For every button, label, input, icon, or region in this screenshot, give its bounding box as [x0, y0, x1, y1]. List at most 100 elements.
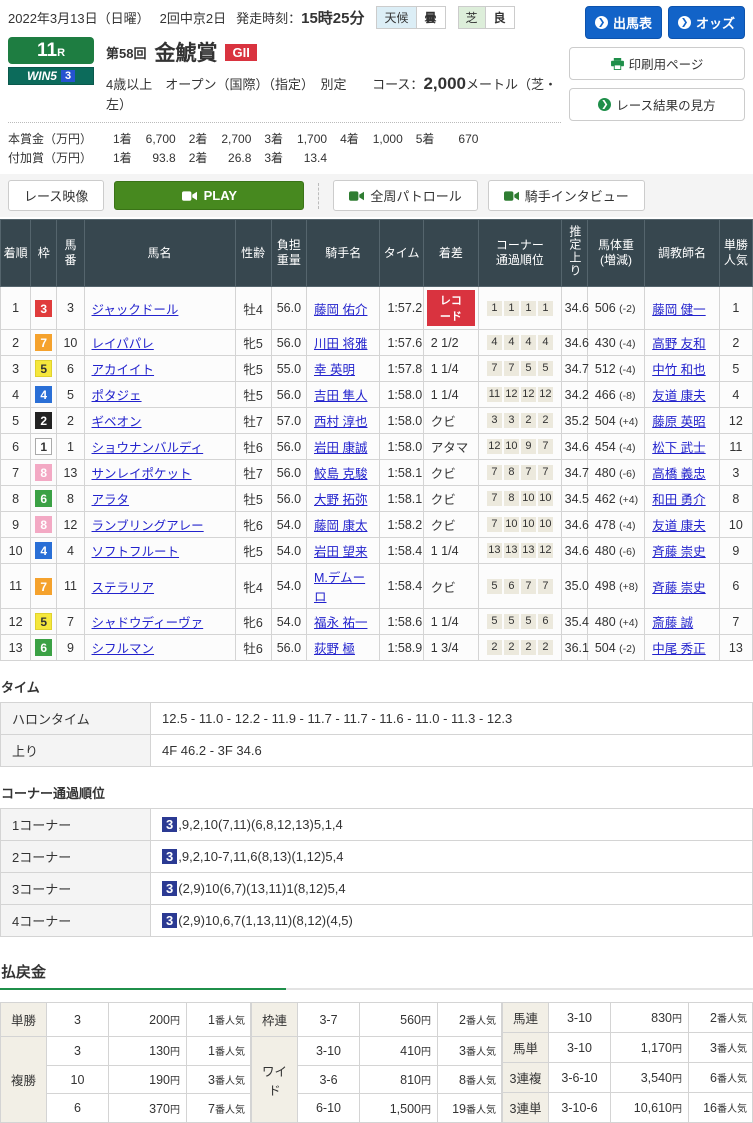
horse-name-link[interactable]: ランブリングアレー: [92, 519, 204, 533]
margin: レコード: [423, 287, 478, 330]
jockey-link[interactable]: 大野 拓弥: [314, 493, 367, 507]
last-3f: 35.0: [561, 564, 587, 609]
trainer-link[interactable]: 高野 友和: [652, 337, 705, 351]
race-name: 金鯱賞: [154, 37, 217, 67]
winner-number-highlight: 3: [162, 881, 177, 896]
entries-button[interactable]: ❯出馬表: [585, 6, 662, 39]
result-guide-button[interactable]: ❯レース結果の見方: [569, 88, 745, 121]
trainer-link[interactable]: 藤岡 健一: [652, 303, 705, 317]
trainer-link[interactable]: 斉藤 崇史: [652, 581, 705, 595]
frame-number: 7: [31, 564, 57, 609]
horse-name-link[interactable]: レイパパレ: [92, 337, 154, 351]
jockey-link[interactable]: 川田 将雅: [314, 337, 367, 351]
jockey-interview-button[interactable]: 騎手インタビュー: [488, 180, 645, 211]
finish-position: 1: [1, 287, 31, 330]
trainer-link[interactable]: 斎藤 誠: [652, 616, 693, 630]
corner-position: 1: [538, 301, 553, 316]
horse-name-link[interactable]: ジャックドール: [92, 303, 179, 317]
popularity-unit: 番人気: [717, 1044, 747, 1055]
bet-combination: 3-6-10: [549, 1063, 611, 1093]
corner-position: 10: [521, 491, 536, 506]
jockey-link[interactable]: 岩田 望来: [314, 545, 367, 559]
carried-weight: 54.0: [271, 538, 306, 564]
finish-time: 1:58.6: [380, 609, 423, 635]
horse-name-link[interactable]: ソフトフルート: [92, 545, 180, 559]
corner-position: 7: [538, 439, 553, 454]
corner-positions-cell: 13131312: [479, 538, 562, 564]
horse-name-link[interactable]: アラタ: [92, 493, 130, 507]
yen-unit: 円: [170, 1047, 180, 1058]
jockey-link[interactable]: 鮫島 克駿: [314, 467, 367, 481]
corner-positions-cell: 3322: [479, 408, 562, 434]
body-weight: 512 (-4): [587, 356, 644, 382]
trainer-link[interactable]: 藤原 英昭: [652, 415, 705, 429]
camera-icon: [182, 191, 197, 201]
horse-name-link[interactable]: サンレイポケット: [92, 467, 192, 481]
corner-row: 4コーナー3(2,9)10,6,7(1,13,11)(8,12)(4,5): [1, 905, 753, 937]
body-weight: 430 (-4): [587, 330, 644, 356]
trainer-link[interactable]: 中竹 和也: [652, 363, 705, 377]
odds-button[interactable]: ❯オッズ: [668, 6, 745, 39]
horse-number: 11: [57, 564, 84, 609]
finish-time: 1:58.0: [380, 408, 423, 434]
play-button[interactable]: PLAY: [114, 181, 304, 210]
horse-name-link[interactable]: シャドウディーヴァ: [92, 616, 204, 630]
prize-rank: 1着: [113, 149, 132, 168]
prize-value: 13.4: [283, 149, 327, 168]
horse-name-link[interactable]: アカイイト: [92, 363, 155, 377]
trainer-link[interactable]: 友道 康夫: [652, 389, 705, 403]
payout-table: 馬連3-10830円2番人気馬単3-101,170円3番人気3連複3-6-103…: [502, 1002, 753, 1123]
corner-position: 12: [487, 439, 502, 454]
jockey-link[interactable]: 藤岡 康太: [314, 519, 367, 533]
horse-name: シフルマン: [84, 635, 235, 661]
jockey-link[interactable]: 荻野 極: [314, 642, 355, 656]
winner-number-highlight: 3: [162, 817, 177, 832]
horse-name-link[interactable]: シフルマン: [92, 642, 155, 656]
trainer-link[interactable]: 斉藤 崇史: [652, 545, 705, 559]
jockey-link[interactable]: 岩田 康誠: [314, 441, 367, 455]
trainer-link[interactable]: 和田 勇介: [652, 493, 705, 507]
corner-position: 4: [538, 335, 553, 350]
frame-number: 4: [31, 538, 57, 564]
jockey-link[interactable]: 吉田 隼人: [314, 389, 367, 403]
trainer-link[interactable]: 友道 康夫: [652, 519, 705, 533]
horse-name-link[interactable]: ギベオン: [92, 415, 142, 429]
trainer-link[interactable]: 高橋 義忠: [652, 467, 705, 481]
corner-position: 10: [504, 439, 519, 454]
patrol-video-button[interactable]: 全周パトロール: [333, 180, 477, 211]
column-header: 調教師名: [645, 220, 719, 287]
horse-name: アラタ: [84, 486, 235, 512]
body-weight-diff: (-2): [619, 303, 635, 315]
last-3f: 36.1: [561, 635, 587, 661]
time-row-label: 上り: [1, 735, 151, 767]
jockey-interview-label: 騎手インタビュー: [525, 186, 629, 205]
horse-name: ギベオン: [84, 408, 235, 434]
print-button[interactable]: 印刷用ページ: [569, 47, 745, 80]
horse-name-link[interactable]: ポタジェ: [92, 389, 142, 403]
jockey-link[interactable]: M.デムーロ: [314, 571, 365, 604]
race-date: 2022年3月13日（日曜）: [8, 8, 150, 27]
finish-position: 12: [1, 609, 31, 635]
jockey-link[interactable]: 福永 祐一: [314, 616, 367, 630]
trainer-name: 高橋 義忠: [645, 460, 719, 486]
trainer-link[interactable]: 松下 武士: [652, 441, 705, 455]
result-row: 611ショウナンバルディ牡656.0岩田 康誠1:58.0アタマ12109734…: [1, 434, 753, 460]
sex-age: 牡7: [235, 460, 271, 486]
margin: 1 3/4: [423, 635, 478, 661]
corner-section-title: コーナー通過順位: [1, 783, 753, 802]
prize-value: 1,700: [283, 130, 327, 149]
jockey-link[interactable]: 西村 淳也: [314, 415, 367, 429]
jockey-link[interactable]: 藤岡 佑介: [314, 303, 367, 317]
race-video-label: レース映像: [8, 180, 104, 211]
jockey-name: 荻野 極: [306, 635, 379, 661]
margin: クビ: [423, 512, 478, 538]
trainer-link[interactable]: 中尾 秀正: [652, 642, 705, 656]
divider: [318, 183, 319, 209]
corner-position: 2: [538, 413, 553, 428]
prize-value: 2,700: [207, 130, 251, 149]
popularity-unit: 番人気: [466, 1105, 496, 1116]
corner-position: 1: [504, 301, 519, 316]
jockey-link[interactable]: 幸 英明: [314, 363, 355, 377]
horse-name-link[interactable]: ステラリア: [92, 581, 155, 595]
horse-name-link[interactable]: ショウナンバルディ: [92, 441, 204, 455]
